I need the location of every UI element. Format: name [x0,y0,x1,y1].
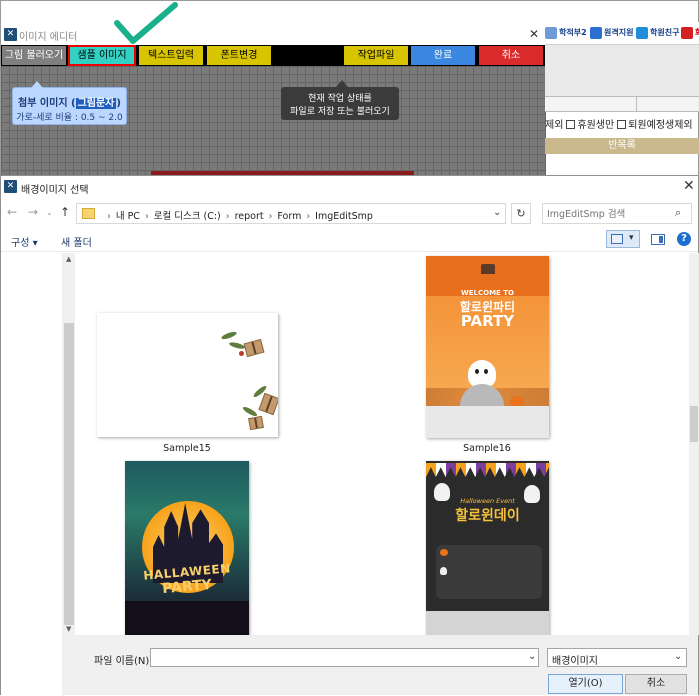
friend-icon [636,27,648,39]
dialog-navigation: ← → ⌄ ↑ › 내 PC › 로컬 디스크 (C:) › report › Form › Im… [1,201,698,225]
address-bar[interactable]: › 내 PC › 로컬 디스크 (C:) › report › Form › ImgEditSmp… [76,203,506,224]
close-icon[interactable]: ✕ [683,178,695,194]
tooltip-ratio-text: 가로-세로 비율 : 0.5 ~ 2.0 [16,113,123,123]
preview-pane-icon[interactable] [651,234,665,245]
thumbnail-text: WELCOME TO [461,289,514,297]
search-box[interactable]: ⌕ [542,203,692,224]
file-thumbnail-halloween-party[interactable]: HALLAWEEN PARTY [125,461,249,635]
chevron-down-icon[interactable]: ⌄ [528,651,536,662]
extra-button[interactable]: 화 [681,26,699,40]
editor-title: 이미지 에디터 [19,32,78,43]
forward-arrow-icon[interactable]: → [28,205,38,219]
tooltip-text: ) [116,98,121,109]
chevron-down-icon[interactable]: ⌄ [493,207,501,218]
font-change-button[interactable]: 폰트변경 [207,46,271,65]
gift-box [258,392,278,416]
cancel-button[interactable]: 취소 [625,674,687,694]
help-icon[interactable]: ? [677,232,691,246]
class-list-header: 반목록 [545,138,699,154]
tooltip-line-1: 현재 작업 상태를 [308,94,372,104]
refresh-button[interactable]: ↻ [511,203,531,224]
lamp-icon [481,264,495,274]
file-list-scrollbar[interactable] [689,253,699,635]
filename-input[interactable] [154,651,519,664]
editor-titlebar: ✕ 이미지 에디터 ✕ [1,1,546,45]
tooltip-highlight: 그림문자 [75,98,117,109]
organize-button[interactable]: 구성 ▾ [11,234,38,249]
work-file-button[interactable]: 작업파일 [344,46,408,65]
close-icon[interactable]: ✕ [529,27,539,41]
academy-friend-button[interactable]: 학원친구 [636,26,679,40]
bunting-decoration [426,463,549,477]
filetype-select[interactable]: 배경이미지 ⌄ [547,648,687,667]
checkbox[interactable] [617,120,627,129]
breadcrumb-item[interactable]: 내 PC [116,211,140,222]
work-file-tooltip: 현재 작업 상태를 파일로 저장 또는 불러오기 [281,80,399,120]
remote-support-button[interactable]: 원격지원 [590,26,633,40]
cancel-editor-button[interactable]: 취소 [479,46,543,65]
thumbnail-text: PARTY [460,312,515,330]
alert-icon [681,27,693,39]
gift-box [248,415,264,431]
background-app-tab[interactable] [545,96,637,112]
record-icon [545,27,557,39]
breadcrumb-item[interactable]: 로컬 디스크 (C:) [154,211,221,222]
scrollbar-thumb[interactable] [64,323,74,625]
up-arrow-icon[interactable]: ↑ [60,205,70,219]
background-app-band [545,44,699,96]
file-thumbnail-sample16[interactable]: WELCOME TO 할로윈파티 PARTY [426,256,549,438]
file-name[interactable]: Sample16 [427,443,547,454]
checkmark-icon [114,2,178,44]
pumpkin-icon [440,549,448,556]
file-name[interactable]: Sample15 [127,443,247,454]
search-input[interactable] [547,207,667,221]
scroll-down-icon[interactable]: ▼ [66,625,71,633]
chevron-down-icon: ⌄ [674,651,683,662]
dialog-footer: 파일 이름(N): ⌄ 배경이미지 ⌄ 열기(O) 취소 [63,635,698,695]
view-options-button[interactable]: ▾ [606,230,640,248]
filetype-value: 배경이미지 [552,656,598,667]
checkbox[interactable] [566,120,576,129]
search-icon[interactable]: ⌕ [675,206,681,220]
command-bar: 구성 ▾ 새 폴더 ▾ ? [1,226,698,252]
filename-combobox[interactable]: ⌄ [150,648,539,667]
file-list: Sample15 WELCOME TO 할로윈파티 PARTY Sample16… [75,253,689,635]
content-panel [436,545,542,599]
file-dialog: ✕ 배경이미지 선택 ✕ ← → ⌄ ↑ › 내 PC › 로컬 디스크 (C:) › r… [0,175,699,696]
thumbnail-text: Halloween Event [460,497,515,505]
load-image-tooltip: 첨부 이미지 (그림문자) 가로-세로 비율 : 0.5 ~ 2.0 [12,81,127,125]
load-image-button[interactable]: 그림 불러오기 [2,46,66,65]
student-record-button[interactable]: 학적부2 [545,26,587,40]
gift-box [243,338,265,358]
chevron-down-icon: ▾ [629,233,634,243]
tooltip-text: 첨부 이미지 ( [18,98,76,109]
folder-icon [82,208,95,219]
tooltip-line-2: 파일로 저장 또는 불러오기 [290,107,390,117]
app-icon: ✕ [4,180,17,193]
breadcrumb-item[interactable]: ImgEditSmp [315,211,373,222]
scroll-up-icon[interactable]: ▲ [66,255,71,263]
dialog-titlebar: ✕ 배경이미지 선택 ✕ [1,176,698,198]
thumbnail-text: 할로윈데이 [455,508,520,524]
file-thumbnail-halloween-day[interactable]: Halloween Event 할로윈데이 [426,461,549,635]
monitor-icon [590,27,602,39]
scrollbar-thumb[interactable] [690,406,698,442]
new-folder-button[interactable]: 새 폴더 [61,234,92,249]
breadcrumb: › 내 PC › 로컬 디스크 (C:) › report › Form › ImgEditSmp [107,211,373,222]
ghost-icon [440,567,447,575]
view-icon [611,234,623,244]
dialog-title: 배경이미지 선택 [21,185,89,196]
app-icon: ✕ [4,28,17,41]
open-button[interactable]: 열기(O) [548,674,623,694]
refresh-icon: ↻ [516,207,526,220]
chevron-down-icon[interactable]: ⌄ [46,208,53,217]
navigation-pane[interactable] [1,253,63,696]
breadcrumb-item[interactable]: Form [277,211,301,222]
done-button[interactable]: 완료 [411,46,475,65]
background-app-filters: 제외 휴원생만 퇴원예정생제외 [545,120,693,131]
breadcrumb-item[interactable]: report [235,211,264,222]
filename-label: 파일 이름(N): [94,656,153,667]
back-arrow-icon[interactable]: ← [7,205,17,219]
file-thumbnail-sample15[interactable] [97,313,278,437]
